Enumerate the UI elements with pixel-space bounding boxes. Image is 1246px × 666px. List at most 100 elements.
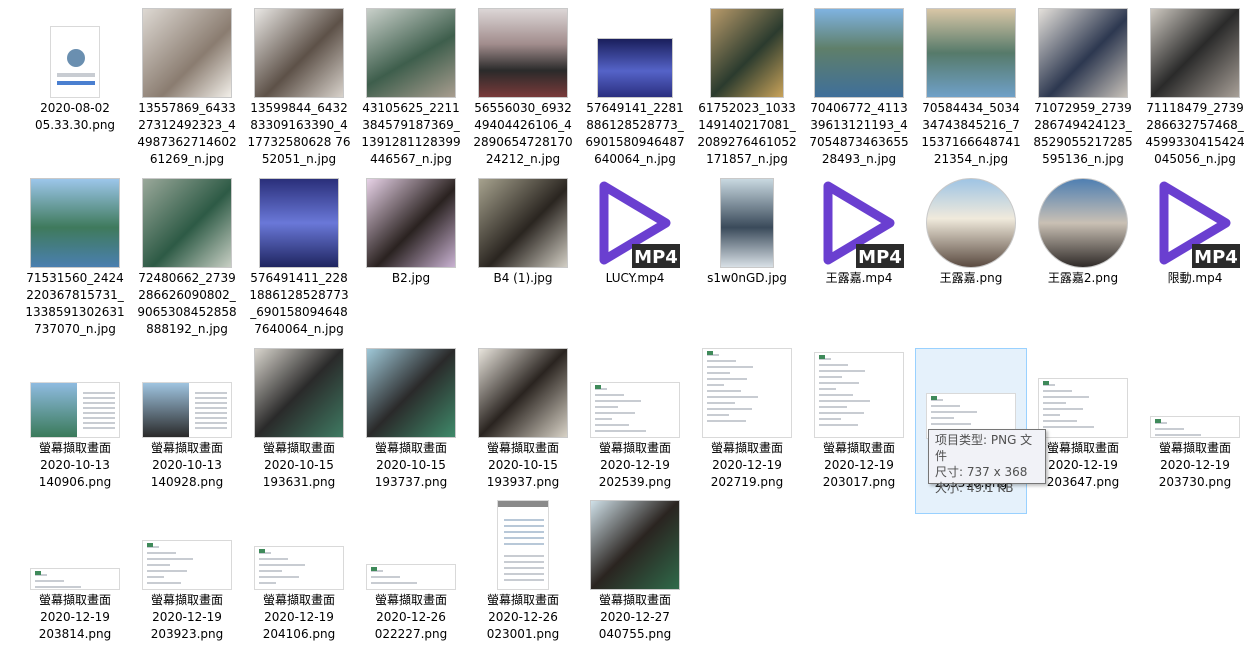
file-item[interactable]: 56556030_6932 49404426106_4 2890654728170 2… [467,8,579,174]
file-item[interactable]: 57649141_2281 886128528773_ 6901580946487 6… [579,8,691,174]
file-name: 71118479_2739 286632757468_ 4599330415424 0… [1145,101,1245,166]
file-thumbnail [355,348,467,438]
file-item[interactable]: MP4 王露嘉.mp4 [803,178,915,344]
file-item[interactable]: 螢幕擷取畫面 2020-10-15 193737.png [355,348,467,514]
file-name: 螢幕擷取畫面 2020-12-19 203017.png [822,441,896,489]
file-item[interactable]: 螢幕擷取畫面 2020-12-19 203017.png [803,348,915,514]
file-thumbnail [1139,8,1246,98]
file-name: 576491411_228 1886128528773 _690158094648 7… [249,271,349,336]
file-item[interactable]: 70584434_5034 34743845216_7 1537166648741 2… [915,8,1027,174]
file-name: 螢幕擷取畫面 2020-12-26 022227.png [374,593,448,641]
file-name: 螢幕擷取畫面 2020-10-13 140906.png [38,441,112,489]
file-name: 螢幕擷取畫面 2020-12-19 203923.png [150,593,224,641]
file-thumbnail [579,8,691,98]
file-item[interactable]: 70406772_4113 39613121193_4 7054873463655 2… [803,8,915,174]
file-thumbnail [243,500,355,590]
file-name: 70584434_5034 34743845216_7 1537166648741 2… [921,101,1021,166]
video-file-icon: MP4 [1139,178,1246,268]
file-thumbnail [803,348,915,438]
file-item[interactable]: 螢幕擷取畫面 2020-10-13 140928.png [131,348,243,514]
file-thumbnail [579,500,691,590]
file-name: 螢幕擷取畫面 2020-10-13 140928.png [150,441,224,489]
file-name: 2020-08-02 05.33.30.png [34,101,116,132]
file-thumbnail [915,178,1027,268]
file-thumbnail [467,500,579,590]
file-thumbnail [19,348,131,438]
file-name: 螢幕擷取畫面 2020-12-19 204106.png [262,593,336,641]
file-name: 43105625_2211 384579187369_ 1391281128399 4… [361,101,461,166]
file-thumbnail [1027,8,1139,98]
file-item[interactable]: MP4 限動.mp4 [1139,178,1246,344]
file-name: 70406772_4113 39613121193_4 7054873463655 2… [809,101,909,166]
file-item[interactable]: 螢幕擷取畫面 2020-12-26 022227.png [355,500,467,666]
file-item[interactable]: 王露嘉.png [915,178,1027,344]
play-icon: MP4 [599,181,680,268]
play-icon: MP4 [823,181,904,268]
file-thumbnail [243,348,355,438]
file-item[interactable]: 13599844_6432 83309163390_4 17732580628 76… [243,8,355,174]
file-name: 72480662_2739 286626090802_ 9065308452858 8… [137,271,237,336]
file-thumbnail [19,8,131,98]
file-thumbnail [803,8,915,98]
file-item[interactable]: 螢幕擷取畫面 2020-10-13 140906.png [19,348,131,514]
tooltip-filesize: 大小: 49.1 KB [935,481,1014,495]
file-item[interactable]: 螢幕擷取畫面 2020-10-15 193937.png [467,348,579,514]
play-icon: MP4 [1159,181,1240,268]
file-thumbnail [916,349,1026,439]
file-item[interactable]: 螢幕擷取畫面 2020-12-19 202539.png [579,348,691,514]
file-thumbnail [1027,348,1139,438]
file-name: 71072959_2739 286749424123_ 8529055217285 5… [1033,101,1133,166]
tooltip-type: 项目类型: PNG 文件 [935,433,1033,463]
file-item[interactable]: 43105625_2211 384579187369_ 1391281128399 4… [355,8,467,174]
file-thumbnail [19,178,131,268]
file-item[interactable]: B4 (1).jpg [467,178,579,344]
file-item[interactable]: 螢幕擷取畫面 2020-12-19 203730.png [1139,348,1246,514]
file-item[interactable]: 61752023_1033 149140217081_ 2089276461052 1… [691,8,803,174]
file-item[interactable]: 13557869_6433 27312492323_4 4987362714602 6… [131,8,243,174]
file-thumbnail [691,178,803,268]
file-thumbnail [131,348,243,438]
file-name: 螢幕擷取畫面 2020-12-19 203814.png [38,593,112,641]
file-thumbnail [243,8,355,98]
file-name: 56556030_6932 49404426106_4 2890654728170 2… [473,101,573,166]
file-item[interactable]: 螢幕擷取畫面 2020-12-19 203814.png [19,500,131,666]
file-item[interactable]: 71118479_2739 286632757468_ 4599330415424 0… [1139,8,1246,174]
file-item[interactable]: B2.jpg [355,178,467,344]
file-name: 螢幕擷取畫面 2020-12-26 023001.png [486,593,560,641]
file-name: 王露嘉2.png [1047,271,1119,285]
file-thumbnail [243,178,355,268]
file-item[interactable]: 71072959_2739 286749424123_ 8529055217285 5… [1027,8,1139,174]
file-item[interactable]: 螢幕擷取畫面 2020-12-19 202719.png [691,348,803,514]
file-thumbnail [579,348,691,438]
file-name: 螢幕擷取畫面 2020-10-15 193631.png [262,441,336,489]
file-name: 螢幕擷取畫面 2020-12-19 202719.png [710,441,784,489]
file-item[interactable]: 71531560_2424 220367815731_ 1338591302631 7… [19,178,131,344]
file-name: 71531560_2424 220367815731_ 1338591302631 7… [25,271,125,336]
file-name: 57649141_2281 886128528773_ 6901580946487 6… [585,101,685,166]
file-item[interactable]: 王露嘉2.png [1027,178,1139,344]
file-name: 螢幕擷取畫面 2020-12-27 040755.png [598,593,672,641]
file-name: 13599844_6432 83309163390_4 17732580628 76… [247,101,351,166]
file-name: 限動.mp4 [1167,271,1223,285]
file-item[interactable]: 螢幕擷取畫面 2020-12-19 204106.png [243,500,355,666]
file-item[interactable]: 72480662_2739 286626090802_ 9065308452858 8… [131,178,243,344]
video-file-icon: MP4 [803,178,915,268]
file-item[interactable]: 2020-08-02 05.33.30.png [19,8,131,174]
file-thumbnail [467,8,579,98]
file-thumbnail [915,8,1027,98]
tooltip-dimensions: 尺寸: 737 x 368 [935,465,1028,479]
file-item[interactable]: 螢幕擷取畫面 2020-10-15 193631.png [243,348,355,514]
file-thumbnail [355,500,467,590]
file-item[interactable]: 螢幕擷取畫面 2020-12-26 023001.png [467,500,579,666]
file-name: 王露嘉.png [939,271,1003,285]
file-item[interactable]: 螢幕擷取畫面 2020-12-19 203923.png [131,500,243,666]
file-item[interactable]: 576491411_228 1886128528773 _690158094648 7… [243,178,355,344]
file-item[interactable]: MP4 LUCY.mp4 [579,178,691,344]
file-thumbnail [19,500,131,590]
file-name: 螢幕擷取畫面 2020-12-19 202539.png [598,441,672,489]
file-tooltip: 项目类型: PNG 文件 尺寸: 737 x 368 大小: 49.1 KB [928,429,1046,495]
file-name: LUCY.mp4 [605,271,665,285]
file-item[interactable]: s1w0nGD.jpg [691,178,803,344]
file-thumbnail [467,348,579,438]
file-item[interactable]: 螢幕擷取畫面 2020-12-27 040755.png [579,500,691,666]
